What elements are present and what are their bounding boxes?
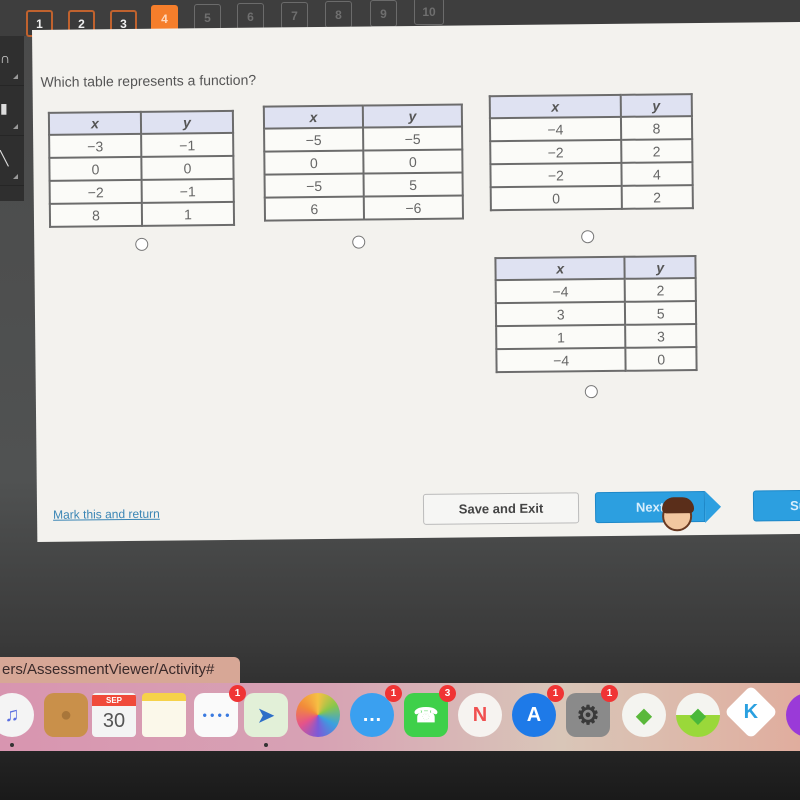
radio-option-d[interactable] [584, 385, 598, 399]
header-y: y [620, 94, 692, 117]
dock-messages[interactable]: … 1 [350, 685, 402, 737]
header-y: y [140, 110, 234, 134]
table-row: 81 [49, 201, 235, 227]
notification-badge: 3 [439, 685, 456, 702]
question-nav-5[interactable]: 5 [194, 4, 221, 31]
music-icon: ♫ [4, 703, 20, 726]
custom-cursor-icon [661, 501, 693, 532]
plumbob-icon: ◆ [636, 704, 652, 727]
next-arrow-icon[interactable] [704, 490, 722, 523]
gear-icon: ⚙ [576, 699, 600, 730]
notification-badge: 1 [547, 685, 564, 702]
headphones-icon: ∩ [0, 50, 11, 66]
question-nav-7[interactable]: 7 [281, 2, 308, 29]
status-url-bar: ers/AssessmentViewer/Activity# [0, 657, 240, 683]
dock-calendar[interactable]: SEP 30 [92, 693, 136, 737]
question-nav-9[interactable]: 9 [370, 0, 397, 27]
dock-facetime[interactable]: ☎ 3 [404, 685, 456, 737]
dock-system-preferences[interactable]: ⚙ 1 [566, 685, 618, 737]
dock-music[interactable]: ♫ [0, 693, 34, 747]
calculator-tool[interactable]: ▮ [0, 86, 24, 136]
plumbob-icon: ◆ [690, 704, 706, 727]
dock-reminders[interactable]: • • • • 1 [194, 685, 246, 737]
facetime-icon: ☎ [413, 704, 439, 727]
submit-button[interactable]: Su [752, 489, 800, 522]
table-row: −3 −1 [49, 132, 234, 158]
tools-sidebar: ∩ ▮ ╲ [0, 36, 24, 201]
table-row: 6 −6 [264, 195, 463, 221]
header-x: x [489, 94, 621, 119]
question-text: Which table represents a function? [40, 71, 257, 90]
header-x: x [48, 111, 142, 135]
maps-icon: ➤ [257, 704, 275, 727]
calendar-month: SEP [92, 694, 136, 706]
table-row: 13 [496, 324, 697, 350]
reminders-icon: • • • • [202, 708, 230, 722]
running-indicator [264, 743, 268, 747]
save-and-exit-button[interactable]: Save and Exit [422, 492, 580, 525]
question-nav-6[interactable]: 6 [237, 3, 264, 30]
calendar-day: 30 [102, 709, 126, 732]
table-row: −5 5 [264, 172, 463, 198]
headphones-tool[interactable]: ∩ [0, 36, 24, 86]
header-y: y [624, 256, 696, 279]
kodi-icon: K [743, 700, 759, 723]
table-row: 35 [495, 301, 697, 327]
dock: ♫ ● SEP 30 • • • • 1 ➤ … 1 ☎ 3 N A 1 ⚙ 1… [0, 683, 800, 751]
notification-badge: 1 [601, 685, 618, 702]
table-row: 02 [490, 185, 693, 211]
header-x: x [263, 105, 364, 129]
table-row: −5 −5 [264, 126, 463, 152]
header-y: y [362, 104, 463, 128]
news-icon: N [472, 703, 488, 726]
messages-icon: … [362, 703, 382, 726]
dock-maps[interactable]: ➤ [244, 693, 288, 747]
dock-sims-launcher[interactable]: ◆ [676, 693, 720, 737]
table-row: 00 [49, 155, 234, 181]
dock-app-store[interactable]: A 1 [512, 685, 564, 737]
header-x: x [495, 256, 626, 281]
question-panel: Which table represents a function? xy −3… [32, 21, 800, 542]
table-row: −2 2 [490, 139, 693, 165]
question-nav-10[interactable]: 10 [414, 0, 444, 25]
table-row: −2 4 [490, 162, 693, 188]
screen: 1 2 3 4 5 6 7 8 9 10 ∩ ▮ ╲ Which table r… [0, 0, 800, 800]
radio-option-a[interactable] [135, 237, 149, 251]
answer-table-d: xy −4 2 35 13 −4 0 [494, 255, 698, 374]
dock-photos[interactable] [296, 693, 340, 737]
dock-kodi[interactable]: K [724, 685, 778, 739]
radio-option-c[interactable] [581, 230, 595, 244]
dock-app-partial[interactable] [786, 693, 800, 737]
dock-notes[interactable] [142, 693, 186, 737]
mark-and-return-link[interactable]: Mark this and return [53, 507, 160, 522]
notification-badge: 1 [385, 685, 402, 702]
answer-table-b: xy −5 −5 00 −5 5 6 −6 [262, 103, 465, 222]
question-nav-8[interactable]: 8 [325, 1, 352, 28]
pencil-tool[interactable]: ╲ [0, 136, 24, 186]
answer-table-a: xy −3 −1 00 −2 −1 81 [47, 109, 236, 228]
calculator-icon: ▮ [0, 100, 8, 116]
dock-news[interactable]: N [458, 693, 502, 737]
answer-table-c: xy −4 8 −2 2 −2 4 02 [488, 93, 694, 212]
table-row: −4 8 [489, 116, 693, 142]
contacts-icon: ● [59, 703, 73, 726]
running-indicator [10, 743, 14, 747]
table-row: −4 2 [495, 278, 696, 304]
dock-contacts[interactable]: ● [44, 693, 88, 737]
dock-the-sims[interactable]: ◆ [622, 693, 666, 737]
table-row: −2 −1 [49, 178, 234, 204]
radio-option-b[interactable] [352, 235, 366, 249]
table-row: 00 [264, 149, 463, 175]
app-store-icon: A [526, 703, 542, 726]
table-row: −4 0 [496, 347, 697, 373]
pencil-icon: ╲ [0, 150, 9, 166]
